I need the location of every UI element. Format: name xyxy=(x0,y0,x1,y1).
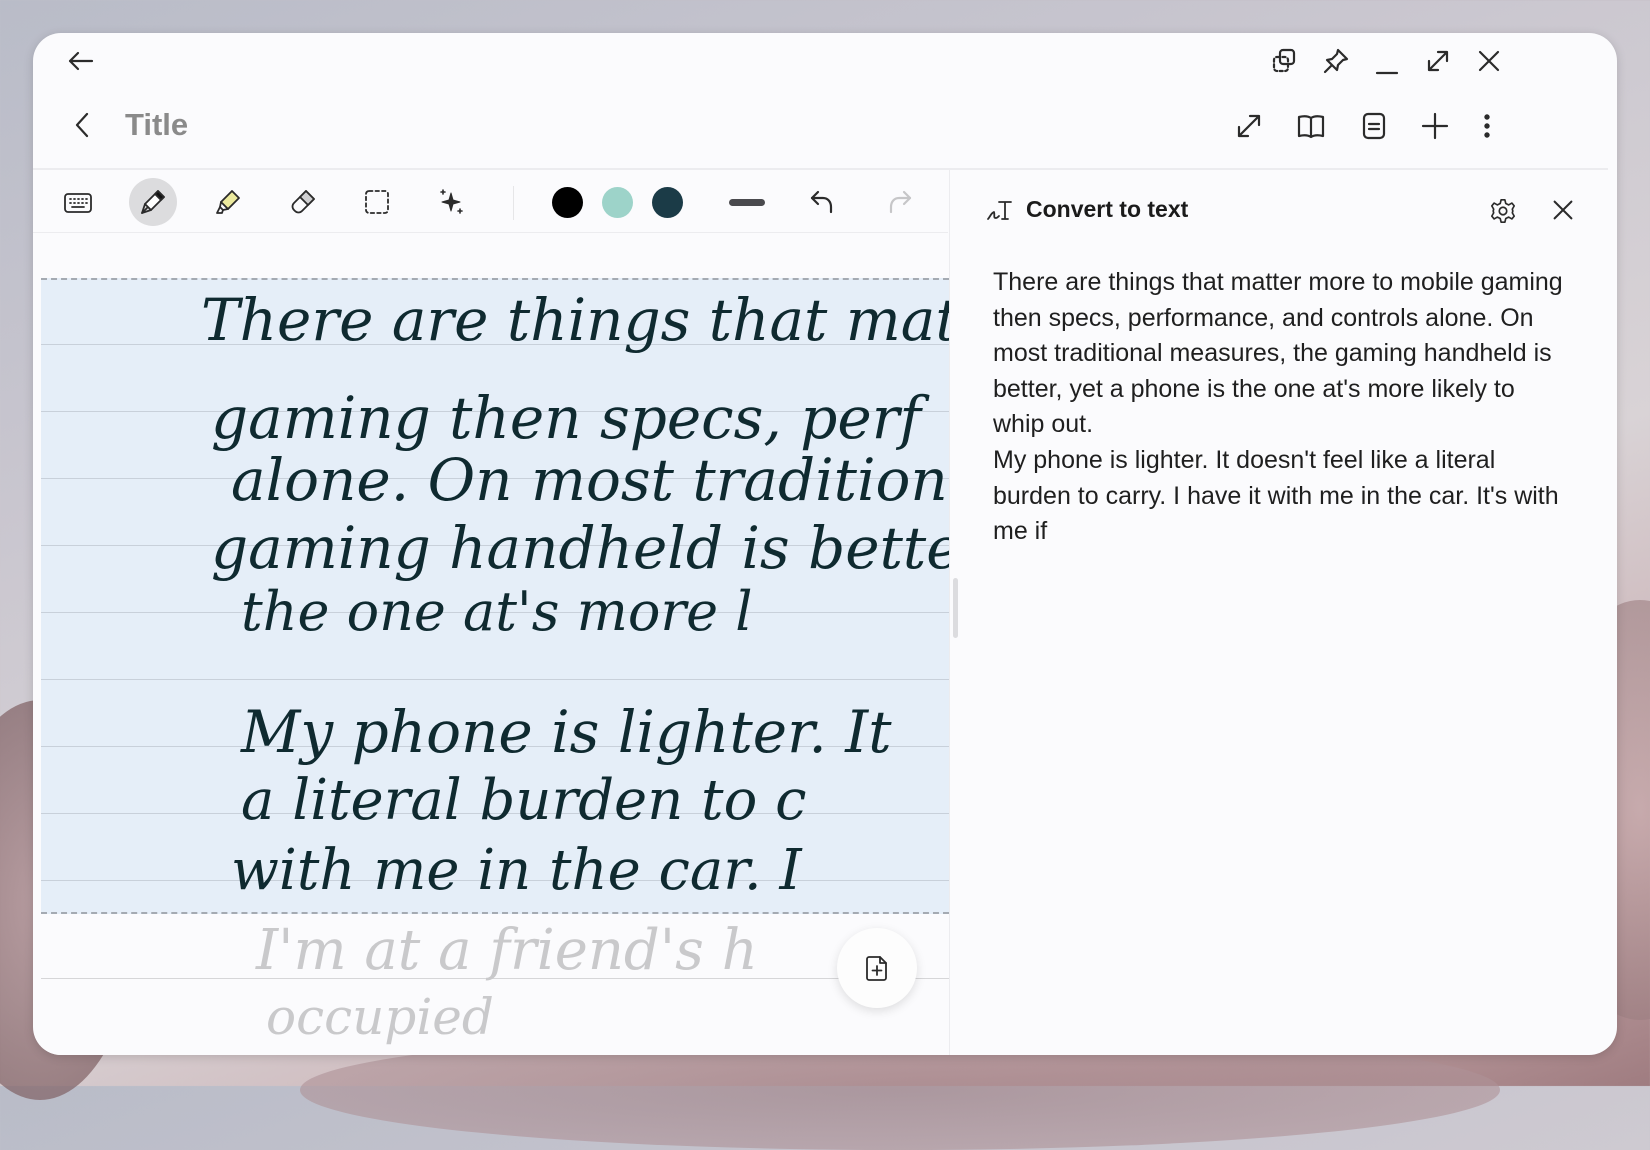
color-swatch-mint[interactable] xyxy=(602,187,633,218)
highlighter-icon[interactable] xyxy=(208,182,248,222)
add-page-button[interactable] xyxy=(837,928,917,1008)
redo-icon[interactable] xyxy=(880,182,920,222)
add-icon[interactable] xyxy=(1417,108,1453,144)
handwriting-line: gaming then specs, perf xyxy=(211,384,921,452)
color-swatch-black[interactable] xyxy=(552,187,583,218)
more-options-icon[interactable] xyxy=(1469,108,1505,144)
ruled-line xyxy=(41,679,949,680)
handwriting-line-unselected: I'm at a friend's h xyxy=(256,918,758,983)
handwriting-canvas[interactable]: There are things that matter gaming then… xyxy=(41,278,949,1055)
panel-resize-handle[interactable] xyxy=(953,578,958,638)
pin-icon[interactable] xyxy=(1318,43,1354,79)
toolbar-separator xyxy=(513,186,514,220)
toolbar-divider xyxy=(33,232,948,233)
ai-sparkle-icon[interactable] xyxy=(431,182,471,222)
color-swatch-dark-teal[interactable] xyxy=(652,187,683,218)
converted-text[interactable]: There are things that matter more to mob… xyxy=(993,265,1573,550)
header-divider xyxy=(33,168,1608,170)
convert-panel-title: Convert to text xyxy=(1026,196,1189,222)
back-arrow-icon[interactable] xyxy=(63,43,99,79)
keyboard-icon[interactable] xyxy=(58,183,98,223)
handwriting-line-unselected: occupied xyxy=(266,988,494,1046)
pen-icon[interactable] xyxy=(133,182,173,222)
handwriting-line: My phone is lighter. It xyxy=(241,698,892,766)
converted-paragraph: There are things that matter more to mob… xyxy=(993,268,1563,439)
handwriting-line: with me in the car. I xyxy=(231,838,802,903)
maximize-icon[interactable] xyxy=(1420,43,1456,79)
undo-icon[interactable] xyxy=(802,182,842,222)
notes-app-window: Title There are things that mat gaming t… xyxy=(33,33,1617,1055)
handwriting-line: There are things that matter xyxy=(201,286,949,354)
add-page-icon xyxy=(859,950,895,986)
eraser-icon[interactable] xyxy=(283,182,323,222)
close-window-icon[interactable] xyxy=(1471,43,1507,79)
chevron-left-icon[interactable] xyxy=(65,107,101,143)
settings-gear-icon[interactable] xyxy=(1485,193,1521,229)
split-screen-icon[interactable] xyxy=(1266,43,1302,79)
handwriting-line: the one at's more l xyxy=(241,580,753,643)
panel-divider xyxy=(949,170,950,1055)
note-title[interactable]: Title xyxy=(125,107,188,143)
handwriting-line: alone. On most tradition xyxy=(231,446,948,514)
resize-icon[interactable] xyxy=(1231,108,1267,144)
stroke-width-indicator[interactable] xyxy=(729,199,765,206)
converted-paragraph: My phone is lighter. It doesn't feel lik… xyxy=(993,445,1559,546)
minimize-icon[interactable] xyxy=(1369,45,1405,81)
handwriting-line: gaming handheld is bette xyxy=(211,514,949,582)
convert-to-text-icon xyxy=(982,192,1018,228)
lasso-select-icon[interactable] xyxy=(357,182,397,222)
book-view-icon[interactable] xyxy=(1293,108,1329,144)
page-view-icon[interactable] xyxy=(1356,108,1392,144)
close-panel-icon[interactable] xyxy=(1545,192,1581,228)
handwriting-line: a literal burden to c xyxy=(241,768,807,833)
